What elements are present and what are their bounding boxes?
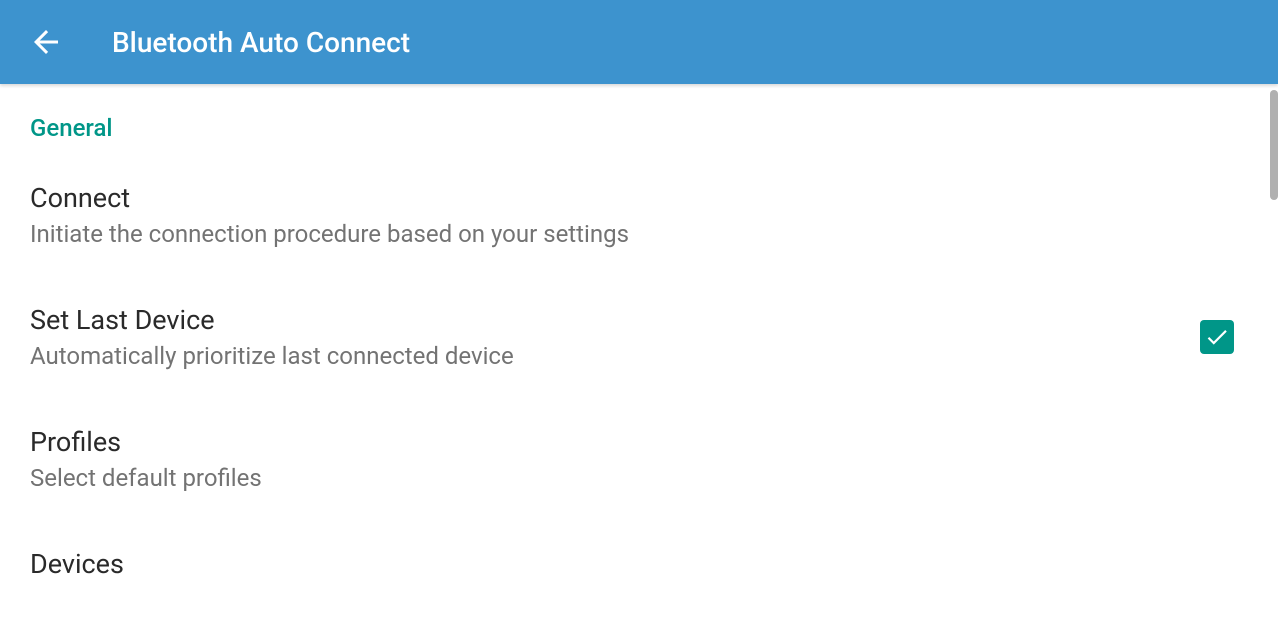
app-bar: Bluetooth Auto Connect [0,0,1278,84]
setting-title: Devices [30,548,1248,580]
arrow-back-icon [28,24,64,60]
setting-subtitle: Select default profiles [30,464,1248,492]
setting-text: Profiles Select default profiles [30,426,1248,492]
check-icon [1204,324,1230,350]
back-button[interactable] [28,24,64,60]
setting-title: Connect [30,182,1248,214]
app-title: Bluetooth Auto Connect [112,26,410,59]
setting-connect[interactable]: Connect Initiate the connection procedur… [30,182,1248,304]
setting-text: Connect Initiate the connection procedur… [30,182,1248,248]
setting-title: Profiles [30,426,1248,458]
setting-subtitle: Initiate the connection procedure based … [30,220,1248,248]
section-header-general: General [30,114,1248,142]
setting-subtitle: Automatically prioritize last connected … [30,342,1200,370]
setting-text: Set Last Device Automatically prioritize… [30,304,1200,370]
settings-content: General Connect Initiate the connection … [0,84,1278,617]
scroll-indicator[interactable] [1270,90,1278,200]
setting-set-last-device[interactable]: Set Last Device Automatically prioritize… [30,304,1248,426]
checkbox-set-last-device[interactable] [1200,320,1234,354]
setting-devices[interactable]: Devices [30,548,1248,617]
setting-text: Devices [30,548,1248,586]
setting-profiles[interactable]: Profiles Select default profiles [30,426,1248,548]
setting-title: Set Last Device [30,304,1200,336]
